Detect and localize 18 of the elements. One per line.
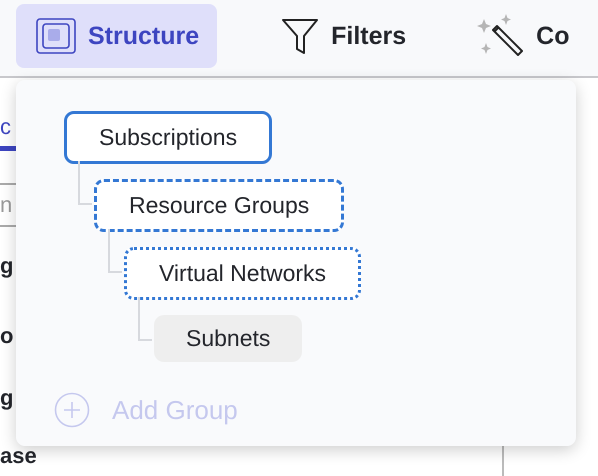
row-label: ase <box>0 443 37 469</box>
group-node[interactable]: Resource Groups <box>94 179 344 232</box>
toolbar-button[interactable]: Filters <box>261 4 422 68</box>
row-label: o <box>0 322 14 350</box>
row-label: g <box>0 384 14 412</box>
row-label: g <box>0 252 14 280</box>
toolbar-button[interactable]: Co <box>456 4 586 68</box>
connector-line <box>138 297 152 341</box>
filter-icon <box>281 17 320 55</box>
connector-line <box>108 229 122 273</box>
plus-circle-icon <box>54 392 90 428</box>
group-node[interactable]: Subnets <box>154 315 302 362</box>
magic-wand-icon <box>476 13 524 59</box>
connector-line <box>78 161 92 205</box>
group-node[interactable]: Subscriptions <box>64 111 272 164</box>
group-node[interactable]: Virtual Networks <box>124 247 362 300</box>
toolbar-button[interactable]: Structure <box>16 4 218 68</box>
structure-icon <box>36 18 76 54</box>
